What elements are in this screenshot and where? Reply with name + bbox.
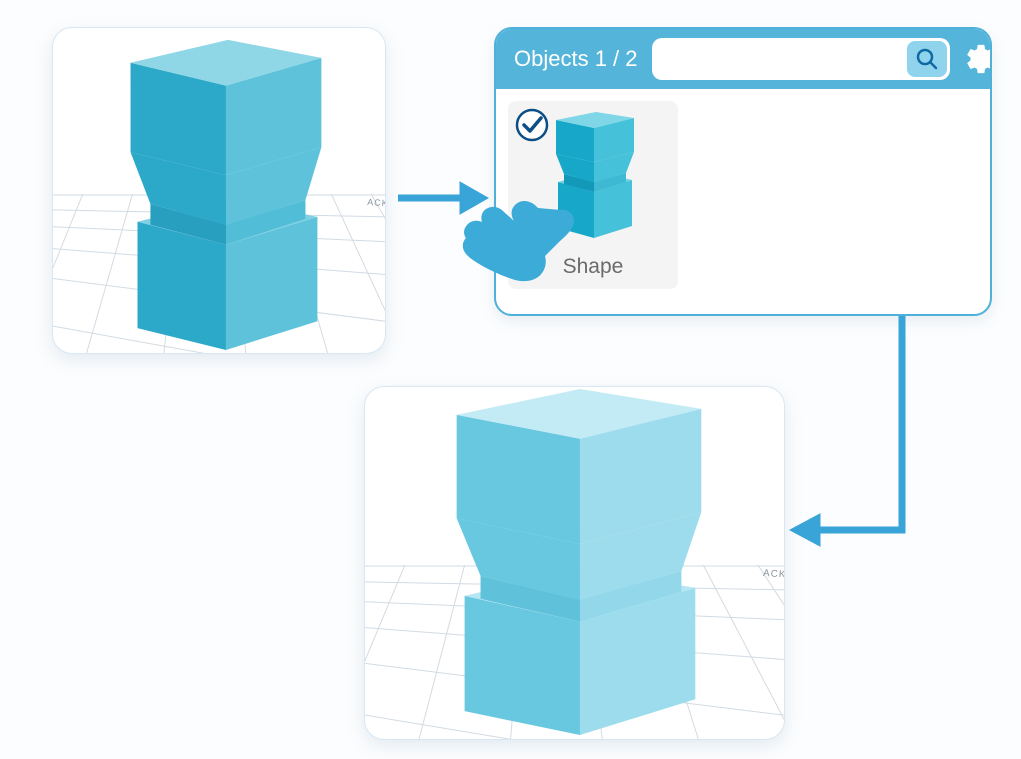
shape-preview-after: ACK: [365, 387, 784, 739]
svg-text:ACK: ACK: [367, 197, 385, 208]
objects-list: Shape: [496, 89, 990, 301]
viewport-after: ACK: [364, 386, 785, 740]
object-item-shape[interactable]: Shape: [508, 101, 678, 289]
selected-check-icon: [514, 107, 550, 143]
search-input[interactable]: [655, 49, 907, 70]
gear-icon: [964, 42, 992, 76]
search-button[interactable]: [907, 41, 947, 77]
search-icon: [915, 47, 939, 71]
settings-button[interactable]: [964, 39, 992, 79]
svg-text:ACK: ACK: [763, 568, 784, 581]
viewport-before: ACK: [52, 27, 386, 354]
object-caption: Shape: [563, 249, 624, 289]
objects-panel: Objects 1 / 2: [494, 27, 992, 316]
flow-arrow-1: [394, 176, 490, 220]
objects-count-label: Objects 1 / 2: [514, 46, 638, 72]
objects-panel-header: Objects 1 / 2: [496, 29, 990, 89]
search-box[interactable]: [652, 38, 950, 80]
flow-arrow-2: [782, 316, 922, 572]
shape-preview-before: ACK: [53, 28, 385, 353]
